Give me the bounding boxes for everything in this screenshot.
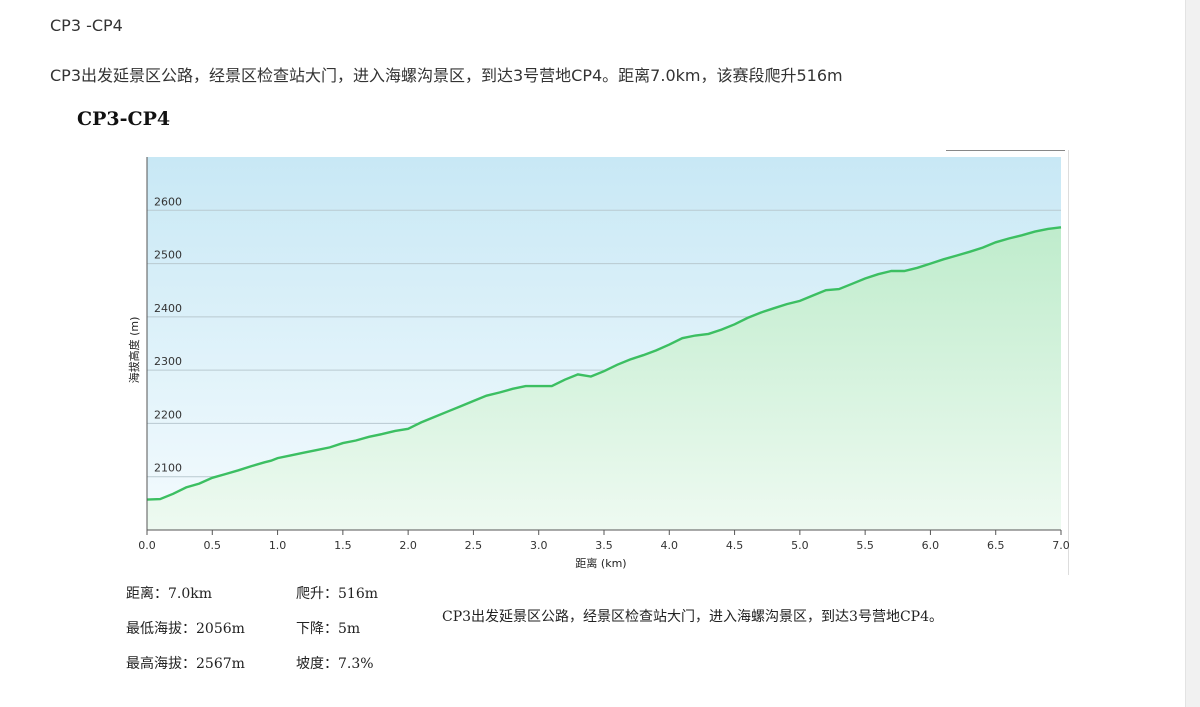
- y-tick-label: 2500: [154, 249, 182, 262]
- x-tick-label: 7.0: [1052, 539, 1070, 552]
- x-tick-label: 1.0: [269, 539, 287, 552]
- x-tick-label: 0.0: [138, 539, 156, 552]
- y-tick-label: 2100: [154, 462, 182, 475]
- elevation-chart: 2100 2200 2300 2400 2500 2600 0.0 0.5 1.0 1.5 2.0…: [127, 157, 1070, 570]
- chart-title: CP3-CP4: [77, 108, 171, 130]
- y-tick-label: 2600: [154, 195, 182, 208]
- page-scrollbar[interactable]: [1185, 0, 1200, 707]
- x-tick-label: 6.5: [987, 539, 1005, 552]
- x-tick-label: 2.0: [399, 539, 417, 552]
- x-tick-label: 4.5: [726, 539, 744, 552]
- x-tick-label: 6.0: [922, 539, 940, 552]
- x-tick-label: 1.5: [334, 539, 352, 552]
- x-axis-label: 距离 (km): [575, 556, 626, 570]
- y-tick-label: 2400: [154, 302, 182, 315]
- stat-climb: 爬升：516m: [296, 586, 378, 602]
- section-description: CP3出发延景区公路，经景区检查站大门，进入海螺沟景区，到达3号营地CP4。距离…: [50, 66, 843, 85]
- stat-min-altitude: 最低海拔：2056m: [126, 621, 245, 637]
- stat-max-altitude: 最高海拔：2567m: [126, 656, 245, 672]
- x-tick-label: 0.5: [204, 539, 222, 552]
- x-tick-label: 5.0: [791, 539, 809, 552]
- stat-slope: 坡度：7.3%: [296, 656, 374, 672]
- x-tick-label: 3.0: [530, 539, 548, 552]
- x-tick-label: 4.0: [661, 539, 679, 552]
- y-axis-label: 海拔高度 (m): [127, 317, 141, 384]
- section-heading: CP3 -CP4: [50, 16, 123, 35]
- y-tick-label: 2200: [154, 408, 182, 421]
- stat-descent: 下降：5m: [296, 621, 361, 637]
- stat-distance: 距离：7.0km: [126, 586, 213, 602]
- x-tick-label: 5.5: [856, 539, 874, 552]
- y-tick-label: 2300: [154, 355, 182, 368]
- x-tick-label: 3.5: [595, 539, 613, 552]
- x-tick-label: 2.5: [465, 539, 483, 552]
- route-note: CP3出发延景区公路，经景区检查站大门，进入海螺沟景区，到达3号营地CP4。: [442, 609, 943, 625]
- x-tick-labels: 0.0 0.5 1.0 1.5 2.0 2.5 3.0 3.5 4.0 4.5 5.0 5.5 6.0 6…: [138, 530, 1070, 552]
